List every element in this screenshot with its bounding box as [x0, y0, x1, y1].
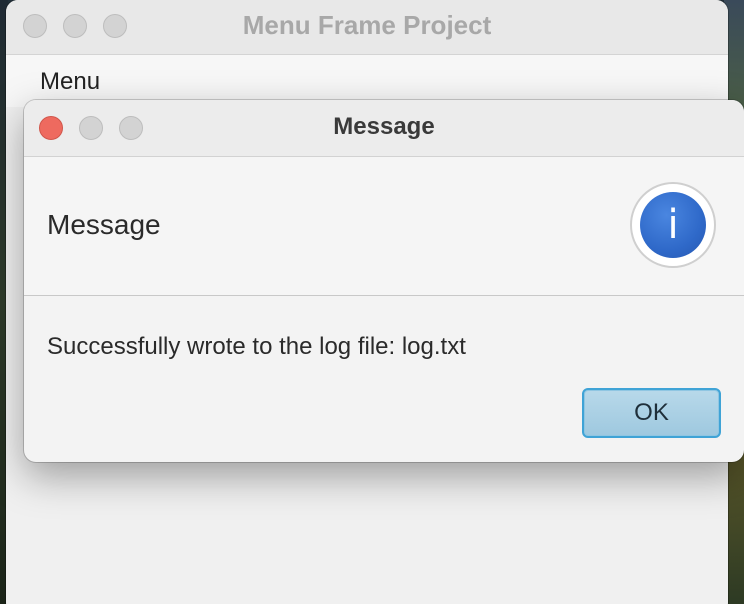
- main-titlebar: Menu Frame Project: [6, 0, 728, 55]
- dialog-message-text: Successfully wrote to the log file: log.…: [47, 333, 466, 360]
- dialog-header-text: Message: [47, 209, 161, 240]
- dialog-titlebar: Message: [24, 100, 744, 157]
- info-icon: i: [630, 182, 716, 268]
- dialog-title: Message: [333, 113, 435, 140]
- menu-item-menu[interactable]: Menu: [40, 68, 100, 96]
- dialog-content: Successfully wrote to the log file: log.…: [24, 296, 744, 462]
- main-window-title: Menu Frame Project: [242, 10, 492, 40]
- message-dialog: Message Message Successfully wrote to th…: [24, 100, 744, 462]
- info-icon-glyph: i: [640, 192, 706, 258]
- ok-button[interactable]: OK: [582, 388, 721, 438]
